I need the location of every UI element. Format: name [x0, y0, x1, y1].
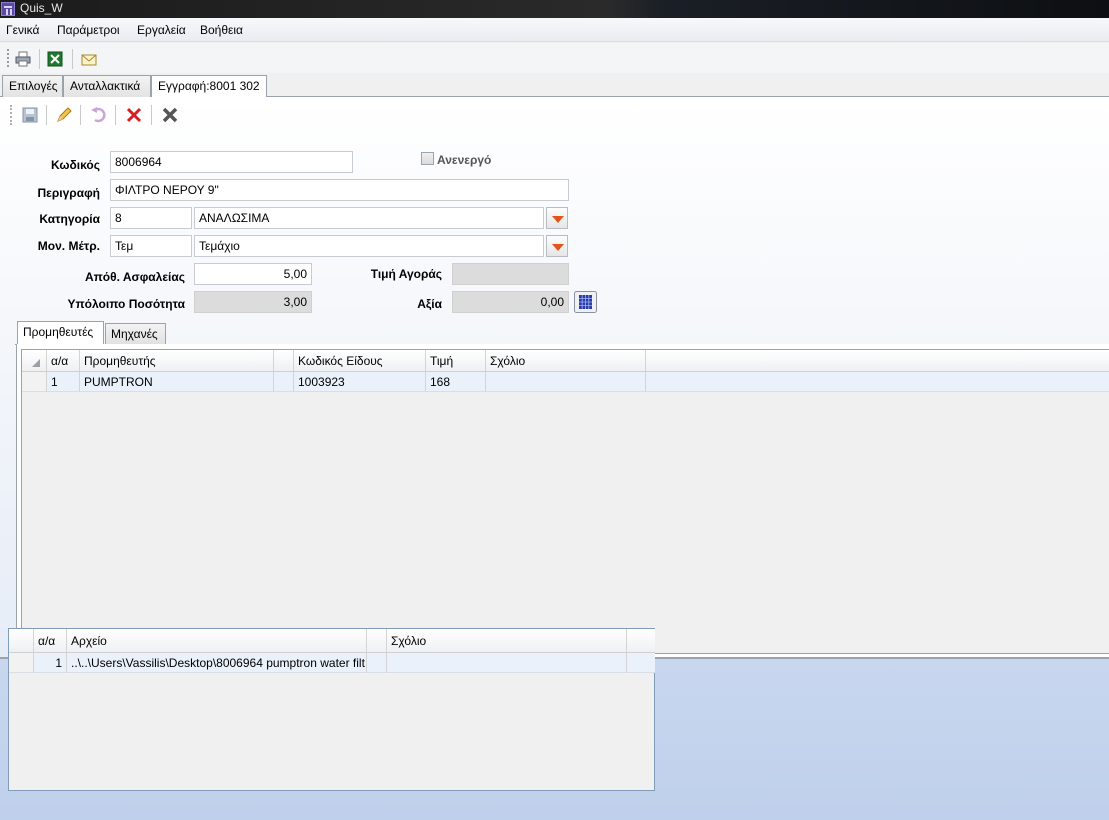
inactive-checkbox[interactable] [421, 152, 434, 165]
column-header-filler [646, 350, 1109, 372]
column-header-spacer [367, 629, 387, 653]
tab-spare-parts[interactable]: Ανταλλακτικά [63, 75, 151, 97]
table-cell[interactable] [387, 653, 627, 673]
table-cell[interactable]: PUMPTRON [80, 372, 274, 392]
value-label: Αξία [417, 297, 442, 311]
menu-tools[interactable]: Εργαλεία [137, 23, 186, 37]
code-label: Κωδικός [50, 158, 100, 172]
unit-dropdown-button[interactable] [546, 235, 568, 257]
table-cell[interactable]: 1003923 [294, 372, 426, 392]
toolbar-grip[interactable] [7, 49, 9, 67]
column-header[interactable]: Κωδικός Είδους [294, 350, 426, 372]
remaining-qty-label: Υπόλοιπο Ποσότητα [67, 297, 185, 311]
tab-options[interactable]: Επιλογές [2, 75, 63, 97]
close-icon[interactable] [162, 107, 178, 123]
toolbar-separator [39, 49, 40, 69]
record-toolbar-separator [80, 105, 81, 125]
column-header[interactable]: Σχόλιο [387, 629, 627, 653]
row-header[interactable] [9, 653, 34, 673]
column-header[interactable]: Σχόλιο [486, 350, 646, 372]
code-input[interactable]: 8006964 [110, 151, 353, 173]
tab-suppliers[interactable]: Προμηθευτές [17, 321, 104, 345]
main-toolbar [0, 43, 1109, 73]
category-dropdown-button[interactable] [546, 207, 568, 229]
grid-corner[interactable] [22, 350, 47, 372]
purchase-price-input [452, 263, 569, 285]
record-toolbar-grip[interactable] [10, 105, 12, 125]
column-header-spacer [274, 350, 294, 372]
tab-machines[interactable]: Μηχανές [105, 323, 166, 344]
record-toolbar-separator [46, 105, 47, 125]
edit-icon[interactable] [56, 107, 72, 123]
safety-stock-label: Απόθ. Ασφαλείας [84, 270, 185, 284]
unit-label: Μον. Μέτρ. [37, 239, 100, 253]
undo-icon[interactable] [90, 107, 106, 123]
suppliers-grid: α/α Προμηθευτής Κωδικός Είδους Τιμή Σχόλ… [21, 349, 1109, 654]
purchase-price-label: Τιμή Αγοράς [370, 267, 442, 281]
category-label: Κατηγορία [39, 212, 100, 226]
save-icon[interactable] [22, 107, 38, 123]
safety-stock-input[interactable]: 5,00 [194, 263, 312, 285]
table-cell[interactable]: ..\..\Users\Vassilis\Desktop\8006964 pum… [67, 653, 367, 673]
table-cell[interactable]: 168 [426, 372, 486, 392]
excel-icon[interactable] [47, 51, 63, 67]
table-cell-button[interactable] [274, 372, 294, 392]
value-input: 0,00 [452, 291, 569, 313]
row-header[interactable] [22, 372, 47, 392]
calculator-icon[interactable] [574, 291, 597, 313]
column-header[interactable]: Προμηθευτής [80, 350, 274, 372]
menu-general[interactable]: Γενικά [6, 23, 39, 37]
menu-help[interactable]: Βοήθεια [200, 23, 243, 37]
delete-icon[interactable] [126, 107, 142, 123]
description-label: Περιγραφή [37, 186, 100, 200]
record-toolbar-separator [115, 105, 116, 125]
table-row-filler [646, 372, 1109, 392]
table-cell[interactable]: 1 [34, 653, 67, 673]
window-title: Quis_W [20, 1, 63, 15]
table-cell[interactable]: 1 [47, 372, 80, 392]
category-name-select[interactable]: ΑΝΑΛΩΣΙΜΑ [194, 207, 544, 229]
description-input[interactable]: ΦΙΛΤΡΟ ΝΕΡΟΥ 9" [110, 179, 569, 201]
unit-name-select[interactable]: Τεμάχιο [194, 235, 544, 257]
remaining-qty-input: 3,00 [194, 291, 312, 313]
toolbar-separator [72, 49, 73, 69]
column-header[interactable]: α/α [47, 350, 80, 372]
inactive-label: Ανενεργό [437, 153, 492, 167]
record-toolbar-separator [151, 105, 152, 125]
column-header[interactable]: Τιμή [426, 350, 486, 372]
files-grid-corner[interactable] [9, 629, 34, 653]
printer-icon[interactable] [15, 51, 31, 67]
menu-bar: Γενικά Παράμετροι Εργαλεία Βοήθεια [0, 18, 1109, 42]
app-icon [1, 2, 15, 16]
mail-icon[interactable] [81, 52, 97, 68]
column-header[interactable]: Αρχείο [67, 629, 367, 653]
column-header[interactable]: α/α [34, 629, 67, 653]
table-cell-button[interactable] [367, 653, 387, 673]
menu-parameters[interactable]: Παράμετροι [57, 23, 120, 37]
files-grid: α/α Αρχείο Σχόλιο 1 ..\..\Users\Vassilis… [8, 628, 655, 791]
tab-record[interactable]: Εγγραφή:8001 302 [151, 75, 267, 98]
unit-code-input[interactable]: Τεμ [110, 235, 192, 257]
title-bar: Quis_W [0, 0, 1109, 18]
column-header-filler [627, 629, 655, 653]
table-row-filler [627, 653, 655, 673]
category-code-input[interactable]: 8 [110, 207, 192, 229]
table-cell[interactable] [486, 372, 646, 392]
